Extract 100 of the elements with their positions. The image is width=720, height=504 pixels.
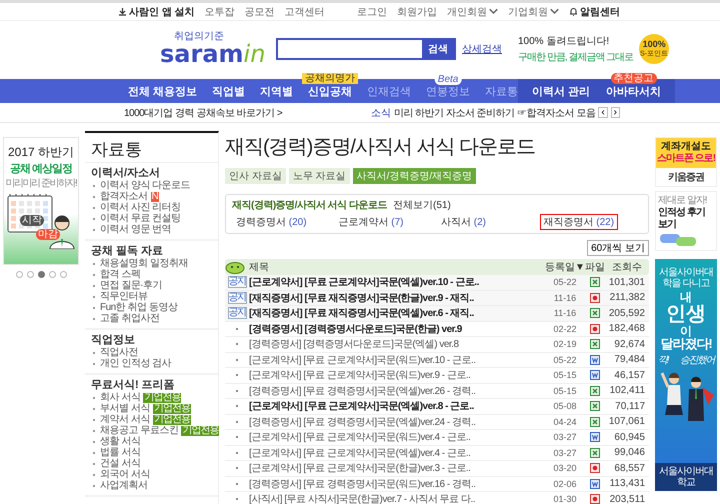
document-link[interactable]: [재직증명서] [무료 재직증명서]국문(엑셀)ver.6 - 재직.. (249, 306, 545, 320)
date-cell-text: 11-16 (552, 292, 578, 303)
top-link[interactable]: 알림센터 (569, 4, 620, 18)
sidebar-link[interactable]: 이력서 양식 다운로드 (100, 180, 190, 191)
nav-badge: Beta (434, 74, 462, 84)
carousel-dot[interactable] (26, 271, 34, 278)
document-link[interactable]: [근로계약서] [무료 근로계약서]국문(워드)ver.9 - 근로.. (249, 368, 545, 382)
document-link[interactable]: [근로계약서] [무료 근로계약서]국문(워드)ver.4 - 근로.. (249, 430, 545, 444)
document-link[interactable]: [경력증명서] [무료 경력증명서]국문(엑셀)ver.24 - 경력.. (249, 414, 545, 429)
document-link[interactable]: [경력증명서] [무료 경력증명서]국문(워드)ver.16 - 경력.. (249, 476, 545, 491)
top-link[interactable]: 오투잡 (204, 4, 235, 18)
view-all-link[interactable]: 전체보기(51) (393, 198, 451, 212)
nav-item[interactable]: 직업별 (212, 84, 246, 98)
top-link[interactable]: 기업회원 (508, 4, 559, 18)
nav-item[interactable]: 이력서 관리 (532, 84, 590, 98)
nav-item[interactable]: 전체 채용정보 (128, 84, 198, 98)
chevron-down-icon (550, 7, 559, 16)
top-link[interactable]: 로그인 (357, 4, 387, 18)
top-link[interactable]: 사람인 앱 설치 (118, 4, 195, 18)
carousel-dot[interactable] (60, 271, 66, 278)
top-link[interactable]: 개인회원 (447, 4, 498, 18)
category-link[interactable]: 근로계약서 (7) (334, 214, 408, 230)
previous-button[interactable]: ‹ (598, 107, 608, 118)
sidebar-link[interactable]: 면접 질문·후기 (100, 280, 162, 291)
sidebar-link[interactable]: 회사 서식 (100, 392, 140, 403)
next-button[interactable]: › (610, 107, 620, 118)
date-cell-text: 04-24 (552, 416, 578, 427)
sidebar-link[interactable]: 이력서 영문 번역 (100, 224, 172, 235)
ad-banner[interactable]: 2017 하반기 공채 예상일정 미리미리 준비하자! 시작 마감 (3, 137, 79, 265)
sidebar-link[interactable]: 생활 서식 (100, 436, 140, 447)
sidebar-link[interactable]: 개인 인적성 검사 (100, 358, 172, 369)
view-count: 101,301 (608, 276, 646, 288)
document-icon (590, 292, 600, 303)
sidebar-link[interactable]: Fun한 취업 동영상 (100, 302, 178, 313)
sidebar-link[interactable]: 합격자소서 (100, 191, 148, 202)
sidebar-link[interactable]: 이력서 사진 리터칭 (100, 202, 181, 213)
date-cell-text: 05-22 (552, 354, 578, 365)
category-link[interactable]: 경력증명서 (20) (232, 214, 311, 230)
nav-item[interactable]: 지역별 (260, 84, 294, 98)
word-document-icon (590, 432, 600, 442)
view-count: 211,382 (608, 292, 646, 304)
view-count: 46,157 (613, 370, 646, 381)
carousel-dot[interactable] (16, 271, 22, 278)
column-header[interactable]: 조회수 (605, 260, 649, 274)
banner-subtitle: 미리미리 준비하자! (6, 177, 76, 190)
word-document-icon (590, 354, 600, 365)
document-link[interactable]: [경력증명서] [경력증명서다운로드]국문(엑셀) ver.8 (249, 337, 545, 352)
news-link[interactable]: 1000대기업 경력 공채속보 바로가기 > (124, 106, 282, 120)
tab[interactable]: 노무 자료실 (288, 168, 350, 184)
sidebar-link[interactable]: 부서별 서식 (100, 403, 150, 414)
category-link[interactable]: 재직증명서 (22) (540, 214, 618, 230)
date-cell-text: 05-22 (552, 277, 578, 288)
advanced-search-link[interactable]: 상세검색 (462, 42, 502, 56)
ad-banner[interactable]: 계좌개설도 스마트폰 으로! 키움증권 (655, 137, 717, 187)
document-link[interactable]: [근로계약서] [무료 근로계약서]국문(엑셀)ver.4 - 근로.. (249, 446, 545, 460)
document-link[interactable]: [근로계약서] [무료 근로계약서]국문(엑셀)ver.8 - 근로.. (249, 399, 545, 414)
column-header[interactable]: 등록일▼ (545, 260, 585, 274)
document-link[interactable]: [재직증명서] [무료 재직증명서]국문(한글)ver.9 - 재직.. (249, 290, 545, 305)
sidebar-link[interactable]: 고졸 취업사전 (100, 313, 160, 324)
document-link[interactable]: [경력증명서] [무료 경력증명서]국문(엑셀)ver.26 - 경력.. (249, 384, 545, 398)
page-size-dropdown[interactable]: 60개씩 보기 (587, 240, 649, 256)
date-cell-text: 11-16 (552, 308, 578, 318)
tag: 기업전용 (152, 414, 191, 424)
sidebar-link[interactable]: 법률 서식 (100, 447, 140, 458)
carousel-dot[interactable] (48, 271, 56, 278)
ad-banner[interactable]: 서울사이버대학을 다니고 내 인생 이 달라졌다! 꺅! 승진했어 서울사이버대학교 (655, 259, 717, 491)
tag: 기업전용 (143, 392, 182, 402)
nav-item[interactable]: 신입공채 (308, 84, 352, 98)
search-button[interactable]: 검색 (422, 40, 454, 58)
sidebar-link[interactable]: 건설 서식 (100, 458, 140, 469)
sidebar-link[interactable]: 합격 스펙 (100, 269, 140, 280)
carousel-dot[interactable] (38, 271, 44, 278)
nav-item[interactable]: 아바타서치 (606, 84, 662, 98)
document-link[interactable]: [사직서] [무료 사직서]국문(한글)ver.7 - 사직서 무료 다.. (249, 492, 545, 504)
document-link[interactable]: [근로계약서] [무료 근로계약서]국문(한글)ver.3 - 근로.. (249, 461, 545, 476)
sidebar-link[interactable]: 외국어 서식 (100, 469, 150, 480)
document-link[interactable]: [근로계약서] [무료 근로계약서]국문(엑셀)ver.10 - 근로.. (249, 275, 545, 290)
sidebar-link[interactable]: 채용설명회 일정취재 (100, 258, 188, 269)
tab[interactable]: 인사 자료실 (225, 168, 286, 184)
sidebar-link[interactable]: 직업사전 (100, 347, 138, 358)
category-link[interactable]: 사직서 (2) (437, 214, 490, 230)
document-link[interactable]: [근로계약서] [무료 근로계약서]국문(워드)ver.10 - 근로.. (249, 352, 545, 367)
news-label: 소식 (370, 106, 391, 120)
view-count: 99,046 (613, 447, 646, 458)
filter-title: 재직(경력)증명/사직서 서식 다운로드 (232, 199, 387, 212)
news-link[interactable]: 미리 하반기 자소서 준비하기 ☞합격자소서 모음 (394, 106, 596, 120)
top-link[interactable]: 회원가입 (397, 4, 437, 18)
ad-banner[interactable]: 제대로 알자! 인적성 후기 보기 (655, 191, 717, 251)
sidebar-link[interactable]: 채용공고 무료스킨 (100, 425, 178, 436)
top-link[interactable]: 고객센터 (284, 4, 325, 18)
document-link[interactable]: [경력증명서] [경력증명서다운로드]국문(한글) ver.9 (249, 322, 545, 336)
spreadsheet-icon (590, 401, 600, 412)
sidebar-link[interactable]: 직무인터뷰 (100, 291, 148, 302)
search-field[interactable]: 검색 (276, 38, 456, 60)
sidebar-link[interactable]: 사업계획서 (100, 480, 148, 491)
view-count: 107,061 (608, 416, 646, 428)
sidebar-link[interactable]: 계약서 서식 (100, 414, 150, 425)
top-link[interactable]: 공모전 (244, 4, 275, 18)
sidebar-link[interactable]: 이력서 무료 컨설팅 (100, 213, 181, 224)
new-badge: N (150, 192, 159, 202)
